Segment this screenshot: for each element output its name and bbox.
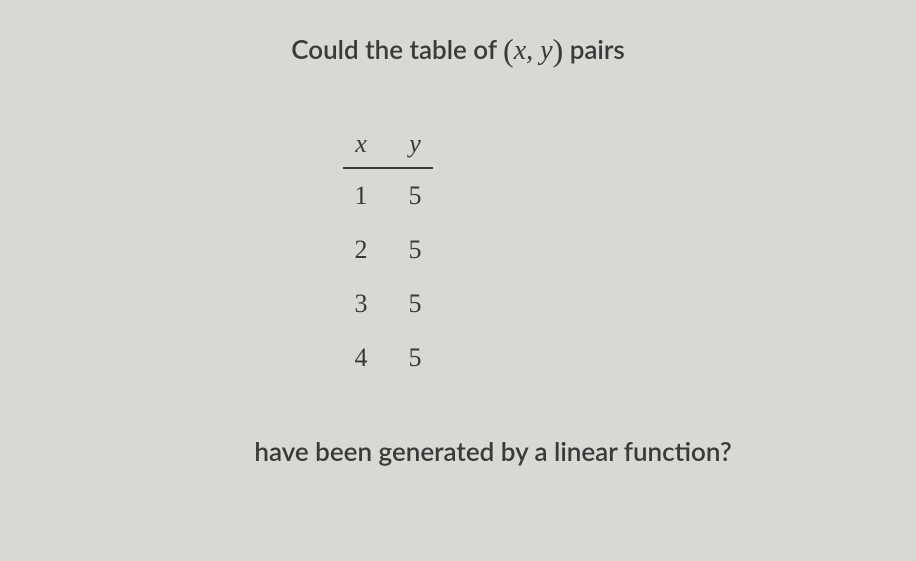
cell-y: 5 <box>403 289 427 319</box>
paren-close: ) <box>553 32 564 68</box>
xy-table: x y 1 5 2 5 3 5 4 5 <box>343 129 433 385</box>
question-line-1: Could the table of (x, y) pairs <box>291 32 625 69</box>
table-row: 2 5 <box>343 223 433 277</box>
cell-x: 3 <box>349 289 373 319</box>
table-header: x y <box>343 129 433 169</box>
cell-x: 4 <box>349 343 373 373</box>
header-x: x <box>349 129 373 159</box>
question-suffix: pairs <box>563 33 625 65</box>
question-prefix: Could the table of <box>291 33 503 65</box>
cell-y: 5 <box>403 343 427 373</box>
comma: , <box>526 35 540 66</box>
table-row: 4 5 <box>343 331 433 385</box>
cell-y: 5 <box>403 181 427 211</box>
var-x: x <box>514 35 526 66</box>
question-line-2: have been generated by a linear function… <box>254 435 731 467</box>
table-row: 1 5 <box>343 169 433 223</box>
var-y: y <box>540 35 552 66</box>
table-row: 3 5 <box>343 277 433 331</box>
cell-y: 5 <box>403 235 427 265</box>
cell-x: 1 <box>349 181 373 211</box>
cell-x: 2 <box>349 235 373 265</box>
paren-open: ( <box>503 32 514 68</box>
table-body: 1 5 2 5 3 5 4 5 <box>343 169 433 385</box>
header-y: y <box>403 129 427 159</box>
question-content: Could the table of (x, y) pairs x y 1 5 … <box>0 0 916 467</box>
